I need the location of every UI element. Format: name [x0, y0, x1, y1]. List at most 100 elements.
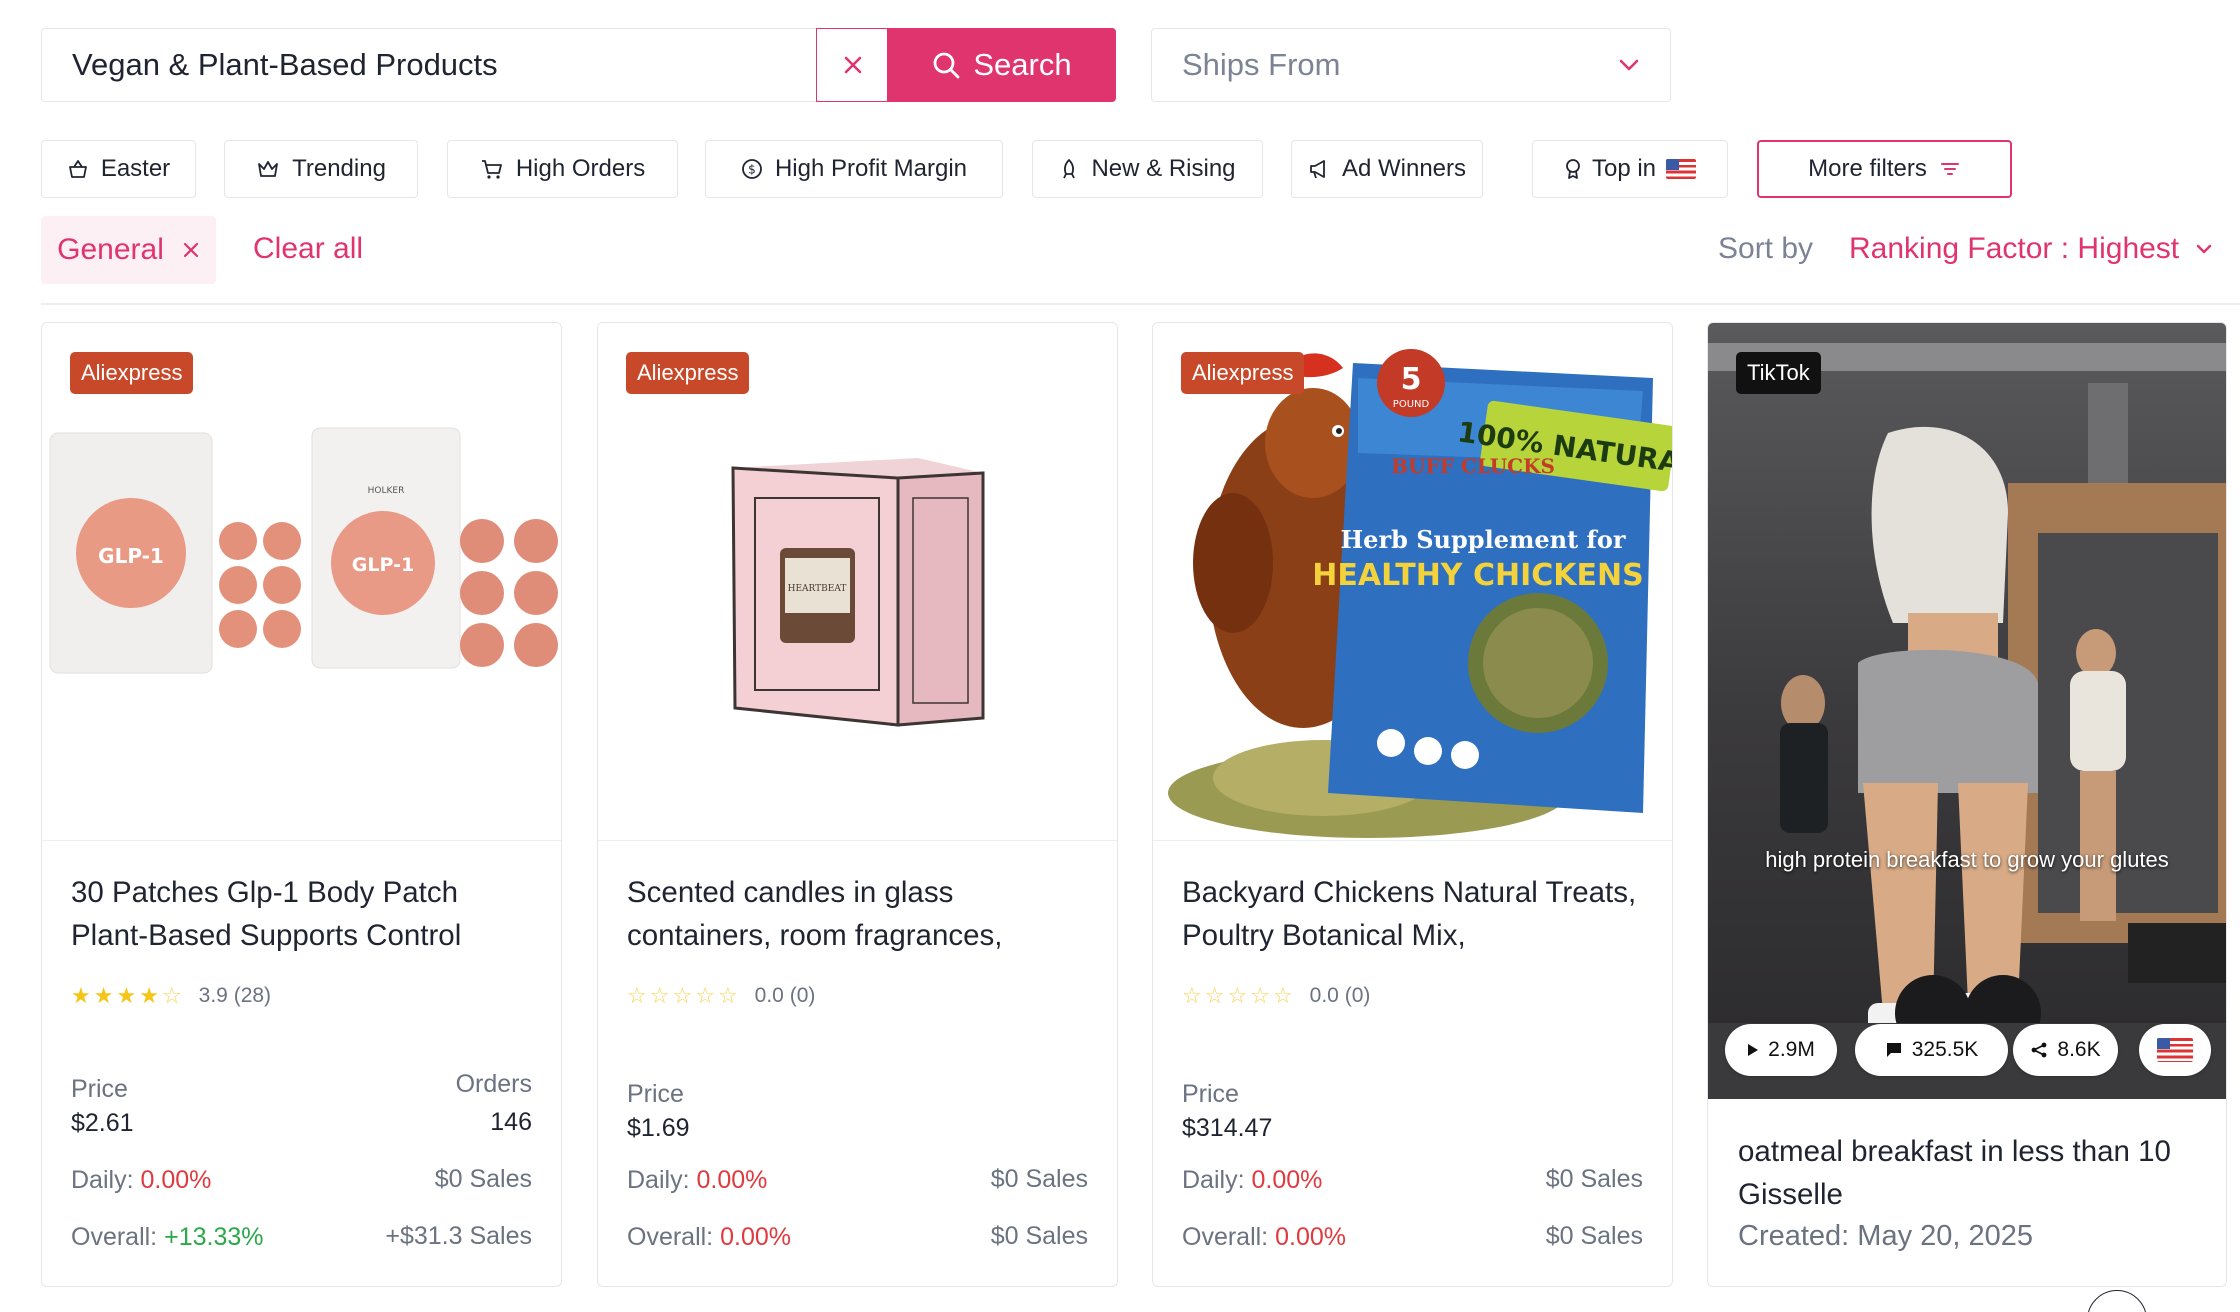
country-pill [2139, 1024, 2211, 1076]
chip-label: High Profit Margin [774, 155, 968, 182]
search-button-label: Search [973, 47, 1072, 82]
divider [41, 303, 2240, 305]
video-thumbnail[interactable]: TikTok [1708, 323, 2226, 1099]
pouch-brand: HOLKER [368, 486, 405, 496]
chip-top-in[interactable]: Top in [1532, 140, 1728, 198]
star-outline-icon: ☆ [1182, 983, 1203, 1008]
product-card[interactable]: HEARTBEAT Aliexpress Scented candles in … [597, 322, 1118, 1287]
candle-box-illustration: HEARTBEAT [598, 323, 1117, 840]
cart-icon [481, 160, 502, 179]
rating-text: 0.0 (0) [1309, 984, 1371, 1007]
overall-percent: +13.33% [164, 1223, 264, 1251]
source-badge: Aliexpress [1181, 352, 1305, 394]
product-image[interactable]: 100% NATURAL 5 POUND BUFF CLUCKS Herb Su… [1153, 323, 1672, 841]
overall-label: Overall: [627, 1223, 714, 1251]
chip-label: Easter [100, 155, 171, 182]
bag-headline1: Herb Supplement for [1341, 525, 1626, 554]
comment-icon [1886, 1043, 1901, 1057]
product-title[interactable]: 30 Patches Glp-1 Body Patch Plant-Based … [71, 871, 541, 957]
bag-pound-unit: POUND [1393, 399, 1430, 410]
star-outline-icon: ☆ [649, 983, 671, 1008]
play-icon [1748, 1044, 1759, 1056]
rating-text: 0.0 (0) [754, 984, 816, 1007]
source-badge: Aliexpress [626, 352, 750, 394]
more-filters-button[interactable]: More filters [1757, 140, 2012, 198]
comments-count: 325.5K [1911, 1038, 1979, 1061]
shares-count: 8.6K [2057, 1038, 2101, 1061]
price-label: Price [1182, 1080, 1239, 1108]
daily-percent: 0.00% [696, 1166, 768, 1194]
active-filter-label: General [57, 233, 164, 266]
search-button[interactable]: Search [887, 28, 1116, 102]
megaphone-icon [1310, 160, 1325, 179]
chevron-down-icon [1619, 59, 1639, 71]
daily-label: Daily: [71, 1166, 134, 1194]
chevron-down-icon [2196, 244, 2212, 254]
star-outline-icon: ☆ [1227, 983, 1249, 1008]
star-outline-icon: ☆ [717, 983, 739, 1008]
chip-ad-winners[interactable]: Ad Winners [1291, 140, 1483, 198]
star-outline-icon: ☆ [1250, 983, 1271, 1008]
overall-sales: +$31.3 Sales [385, 1222, 532, 1250]
gym-video-illustration [1708, 323, 2226, 1099]
daily-percent: 0.00% [140, 1166, 212, 1194]
rocket-icon [1063, 159, 1076, 179]
overall-stat: Overall: 0.00% [627, 1223, 791, 1252]
share-icon [2031, 1042, 2047, 1058]
chip-label: More filters [1808, 155, 1927, 182]
rating: ☆ ☆ ☆ ☆ ☆ 0.0 (0) [1182, 983, 1370, 1009]
basket-icon [68, 160, 87, 178]
chip-new-rising[interactable]: New & Rising [1032, 140, 1263, 198]
source-badge: TikTok [1736, 352, 1821, 394]
clear-all-link[interactable]: Clear all [253, 232, 363, 266]
product-card[interactable]: 100% NATURAL 5 POUND BUFF CLUCKS Herb Su… [1152, 322, 1673, 1287]
price-value: $1.69 [627, 1114, 690, 1142]
candle-label: HEARTBEAT [788, 584, 847, 594]
product-image[interactable]: HEARTBEAT Aliexpress [598, 323, 1117, 841]
chicken-supplement-illustration: 100% NATURAL 5 POUND BUFF CLUCKS Herb Su… [1153, 323, 1672, 840]
price-label: Price [71, 1075, 128, 1103]
rating-text: 3.9 (28) [198, 984, 272, 1007]
chip-trending[interactable]: Trending [224, 140, 418, 198]
video-caption: high protein breakfast to grow your glut… [1765, 847, 2169, 872]
active-filter-general[interactable]: General [41, 216, 216, 284]
views-pill: 2.9M [1725, 1024, 1837, 1076]
remove-filter-icon[interactable] [182, 241, 200, 259]
views-count: 2.9M [1768, 1038, 1815, 1061]
chip-label: New & Rising [1091, 155, 1236, 182]
shares-pill: 8.6K [2013, 1024, 2118, 1076]
bag-pound-number: 5 [1401, 362, 1422, 397]
bag-brand: BUFF CLUCKS [1391, 454, 1555, 478]
scroll-button[interactable] [2087, 1290, 2147, 1312]
product-card[interactable]: GLP-1 HOLKER GLP-1 Aliexpress 30 Patches… [41, 322, 562, 1287]
chip-high-orders[interactable]: High Orders [447, 140, 678, 198]
overall-stat: Overall: 0.00% [1182, 1223, 1346, 1252]
daily-sales: $0 Sales [434, 1165, 532, 1193]
overall-percent: 0.00% [720, 1223, 791, 1251]
us-flag-icon [2157, 1038, 2193, 1062]
video-title[interactable]: oatmeal breakfast in less than 10 Gissel… [1738, 1130, 2208, 1216]
star-icon: ★ [71, 983, 92, 1008]
daily-stat: Daily: 0.00% [627, 1166, 767, 1195]
sort-select[interactable]: Ranking Factor : Highest [1849, 232, 2213, 266]
search-query: Vegan & Plant-Based Products [72, 47, 498, 82]
daily-sales: $0 Sales [990, 1165, 1088, 1193]
price-label: Price [627, 1080, 684, 1108]
star-icon: ★ [93, 983, 115, 1008]
product-title[interactable]: Backyard Chickens Natural Treats, Poultr… [1182, 871, 1652, 957]
chip-easter[interactable]: Easter [41, 140, 196, 198]
product-title[interactable]: Scented candles in glass containers, roo… [627, 871, 1097, 957]
price-value: $2.61 [71, 1109, 134, 1137]
close-icon [844, 56, 861, 74]
search-input[interactable]: Vegan & Plant-Based Products [41, 28, 817, 102]
star-outline-icon: ☆ [695, 983, 716, 1008]
star-outline-icon: ☆ [672, 983, 694, 1008]
sort-label: Sort by [1718, 232, 1814, 265]
product-image[interactable]: GLP-1 HOLKER GLP-1 Aliexpress [42, 323, 561, 841]
daily-stat: Daily: 0.00% [71, 1166, 211, 1195]
chip-high-profit-margin[interactable]: $ High Profit Margin [705, 140, 1003, 198]
rating: ☆ ☆ ☆ ☆ ☆ 0.0 (0) [627, 983, 815, 1009]
clear-search-button[interactable] [816, 28, 888, 102]
award-icon [1566, 159, 1580, 179]
ships-from-select[interactable]: Ships From [1151, 28, 1671, 102]
